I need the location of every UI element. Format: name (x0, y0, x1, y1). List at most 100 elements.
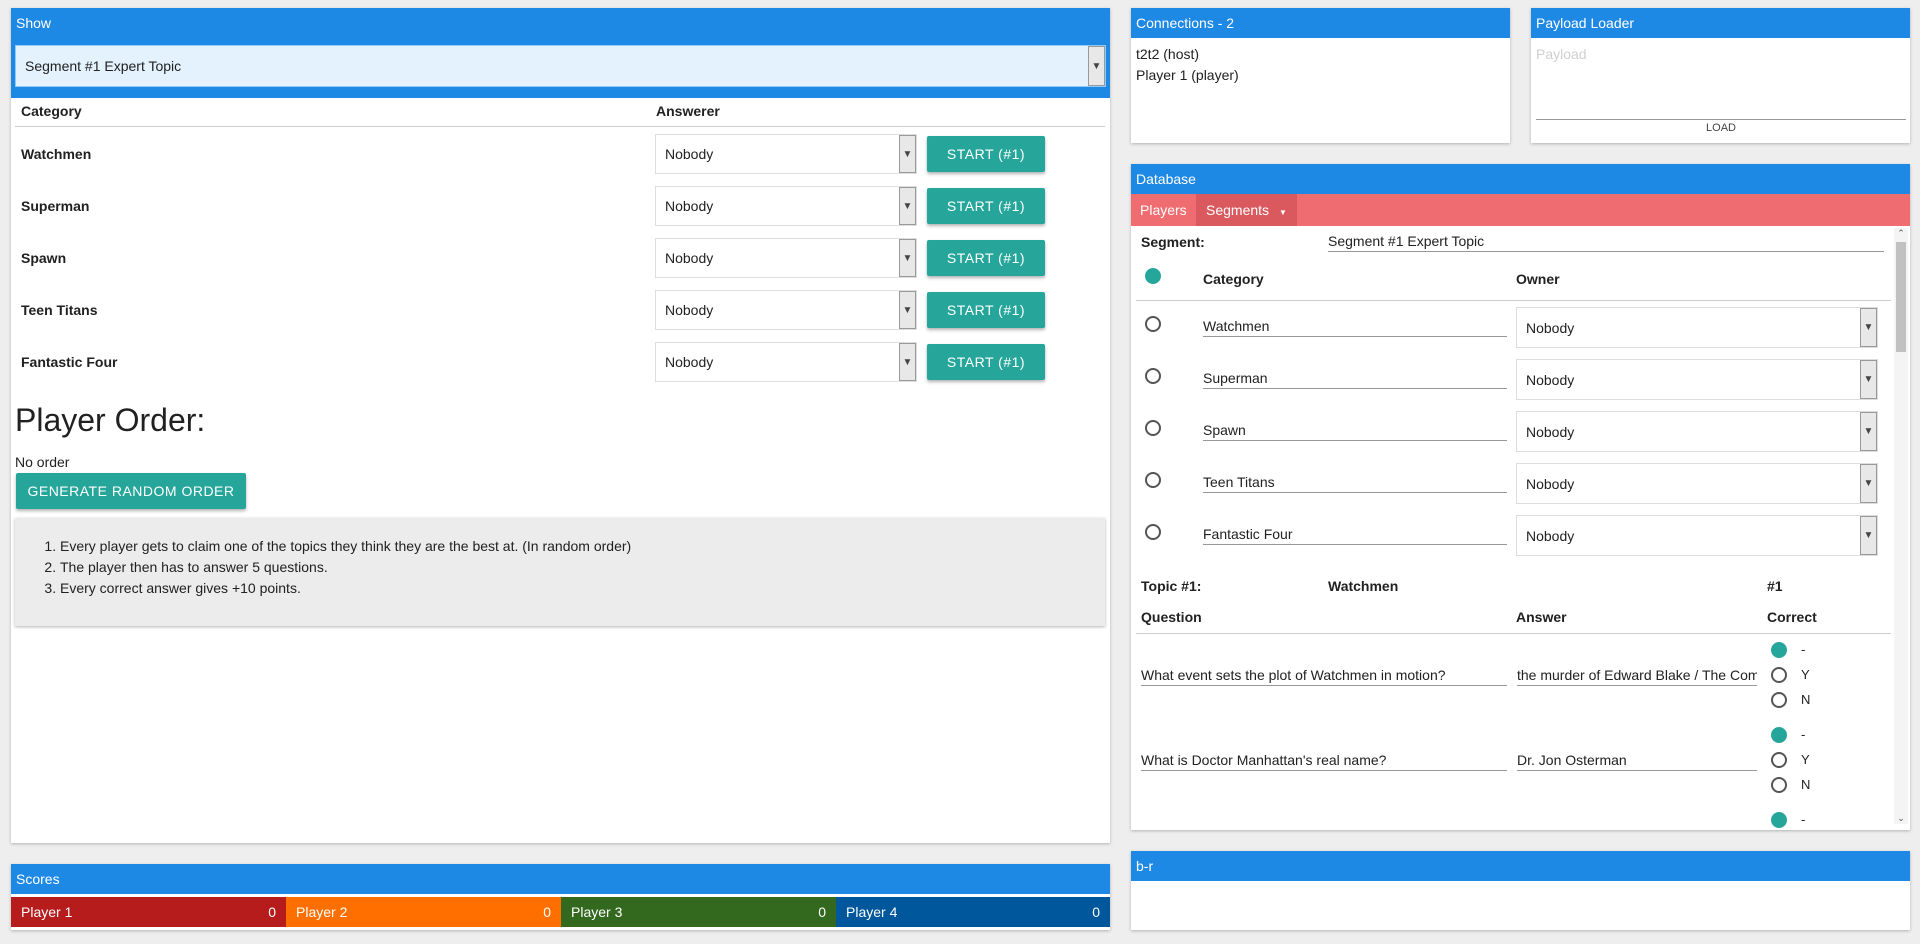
connection-item: Player 1 (player) (1136, 67, 1239, 83)
scores-panel: Scores Player 1 0 Player 2 0 Player 3 0 Pla… (11, 864, 1110, 930)
score-player-3: Player 3 0 (561, 897, 836, 927)
score-value: 0 (543, 904, 551, 920)
db-col-owner: Owner (1516, 271, 1560, 287)
category-radio[interactable] (1145, 524, 1161, 540)
topic-value: Watchmen (1328, 578, 1399, 594)
answerer-select-value: Nobody (665, 198, 714, 214)
answerer-select-value: Nobody (665, 302, 714, 318)
question-input[interactable]: What event sets the plot of Watchmen in … (1141, 667, 1507, 686)
question-input[interactable]: What is Doctor Manhattan's real name? (1141, 752, 1507, 771)
owner-select[interactable]: Nobody ▼ (1516, 411, 1878, 452)
col-question: Question (1141, 609, 1202, 625)
score-value: 0 (818, 904, 826, 920)
start-button[interactable]: START (#1) (927, 344, 1045, 380)
chevron-down-icon: ▼ (899, 187, 916, 225)
answerer-select[interactable]: Nobody ▼ (655, 238, 917, 278)
category-input[interactable]: Teen Titans (1203, 474, 1507, 493)
show-row-category: Spawn (21, 250, 67, 266)
col-category: Category (21, 103, 82, 119)
owner-select[interactable]: Nobody ▼ (1516, 307, 1878, 348)
start-button[interactable]: START (#1) (927, 188, 1045, 224)
order-text: No order (15, 454, 70, 470)
connections-title: Connections - 2 (1131, 8, 1510, 38)
correct-option-label: N (1801, 777, 1811, 792)
br-title: b-r (1131, 851, 1910, 881)
rules-list: Every player gets to claim one of the to… (60, 536, 1105, 599)
tab-segments[interactable]: Segments ▼ (1196, 194, 1297, 226)
correct-option-label: - (1801, 642, 1806, 657)
rules-box: Every player gets to claim one of the to… (15, 518, 1105, 626)
start-button[interactable]: START (#1) (927, 240, 1045, 276)
start-button[interactable]: START (#1) (927, 136, 1045, 172)
chevron-down-icon: ▼ (1088, 46, 1105, 86)
score-player-1: Player 1 0 (11, 897, 286, 927)
category-radio[interactable] (1145, 368, 1161, 384)
answer-input[interactable]: the murder of Edward Blake / The Com (1517, 667, 1757, 686)
owner-select-value: Nobody (1526, 423, 1575, 440)
segment-label: Segment: (1141, 234, 1205, 250)
correct-radio-unset[interactable] (1771, 812, 1787, 828)
answerer-select[interactable]: Nobody ▼ (655, 290, 917, 330)
owner-select[interactable]: Nobody ▼ (1516, 359, 1878, 400)
database-tabs: Players Segments ▼ (1131, 194, 1910, 226)
answerer-select[interactable]: Nobody ▼ (655, 186, 917, 226)
load-button[interactable]: LOAD (1536, 122, 1906, 134)
owner-select[interactable]: Nobody ▼ (1516, 463, 1878, 504)
answerer-select-value: Nobody (665, 146, 714, 162)
tab-players[interactable]: Players (1131, 194, 1196, 226)
answerer-select[interactable]: Nobody ▼ (655, 342, 917, 382)
owner-select[interactable]: Nobody ▼ (1516, 515, 1878, 556)
select-all-radio[interactable] (1145, 268, 1161, 284)
payload-placeholder: Payload (1536, 46, 1587, 62)
owner-select-value: Nobody (1526, 371, 1575, 388)
payload-input[interactable]: Payload (1536, 43, 1906, 120)
chevron-down-icon: ▼ (1860, 360, 1877, 399)
scroll-down-arrow[interactable]: ⌄ (1894, 813, 1908, 824)
rule-item: Every player gets to claim one of the to… (60, 536, 1105, 557)
category-input[interactable]: Superman (1203, 370, 1507, 389)
start-button[interactable]: START (#1) (927, 292, 1045, 328)
segment-name-input[interactable]: Segment #1 Expert Topic (1328, 233, 1884, 252)
answerer-select[interactable]: Nobody ▼ (655, 134, 917, 174)
chevron-down-icon: ▼ (1860, 464, 1877, 503)
topic-number: #1 (1767, 578, 1783, 594)
caret-down-icon: ▼ (1278, 208, 1287, 217)
score-value: 0 (1092, 904, 1100, 920)
score-player-name: Player 2 (296, 904, 348, 920)
chevron-down-icon: ▼ (899, 239, 916, 277)
category-input[interactable]: Spawn (1203, 422, 1507, 441)
scroll-up-arrow[interactable]: ⌃ (1894, 228, 1908, 239)
correct-radio-no[interactable] (1771, 777, 1787, 793)
owner-select-value: Nobody (1526, 527, 1575, 544)
category-input[interactable]: Watchmen (1203, 318, 1507, 337)
correct-option-label: N (1801, 692, 1811, 707)
category-input[interactable]: Fantastic Four (1203, 526, 1507, 545)
correct-radio-yes[interactable] (1771, 752, 1787, 768)
generate-random-order-button[interactable]: GENERATE RANDOM ORDER (16, 473, 246, 509)
tab-segments-label: Segments (1206, 202, 1270, 218)
chevron-down-icon: ▼ (899, 291, 916, 329)
scores-title: Scores (11, 864, 1110, 894)
correct-radio-unset[interactable] (1771, 727, 1787, 743)
category-radio[interactable] (1145, 316, 1161, 332)
payload-loader-panel: Payload Loader Payload LOAD (1531, 8, 1910, 143)
correct-option-label: - (1801, 727, 1806, 742)
correct-radio-yes[interactable] (1771, 667, 1787, 683)
answerer-select-value: Nobody (665, 250, 714, 266)
topic-label: Topic #1: (1141, 578, 1202, 594)
database-title: Database (1131, 164, 1910, 194)
segment-select-value: Segment #1 Expert Topic (25, 58, 182, 74)
scrollbar[interactable]: ⌃ ⌄ (1894, 228, 1908, 824)
answer-input[interactable]: Dr. Jon Osterman (1517, 752, 1757, 771)
score-player-name: Player 4 (846, 904, 898, 920)
score-player-name: Player 1 (21, 904, 73, 920)
category-radio[interactable] (1145, 472, 1161, 488)
player-order-heading: Player Order: (15, 402, 206, 438)
score-value: 0 (268, 904, 276, 920)
correct-option-label: Y (1801, 667, 1810, 682)
segment-select[interactable]: Segment #1 Expert Topic ▼ (15, 45, 1106, 87)
correct-radio-unset[interactable] (1771, 642, 1787, 658)
scroll-thumb[interactable] (1896, 242, 1906, 352)
category-radio[interactable] (1145, 420, 1161, 436)
correct-radio-no[interactable] (1771, 692, 1787, 708)
